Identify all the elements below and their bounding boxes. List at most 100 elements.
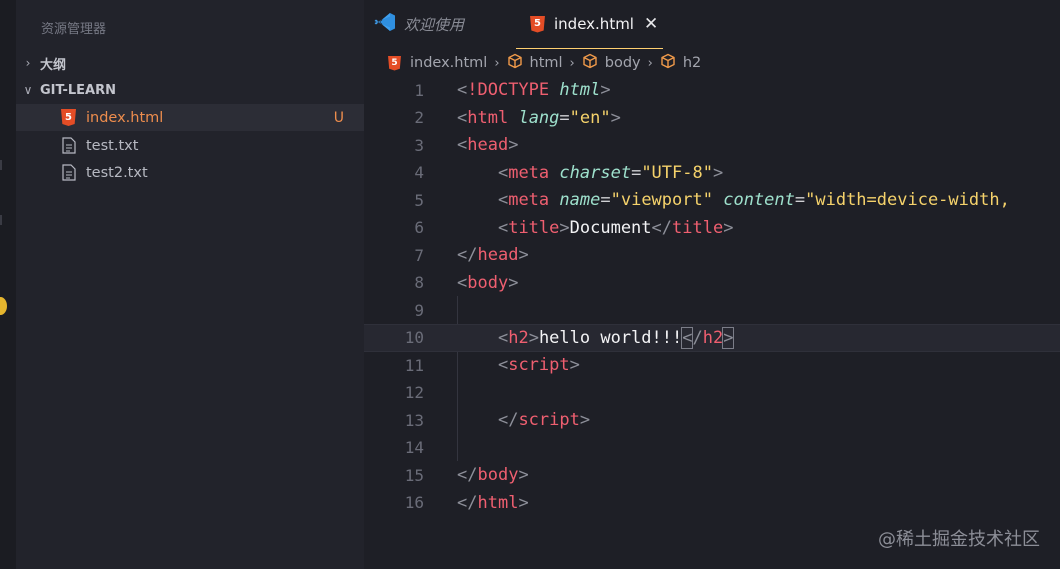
breadcrumb: 5 index.html › html › body › h2	[364, 52, 1060, 74]
tab-index-html[interactable]: 5 index.html ✕	[516, 0, 663, 49]
folder-section[interactable]: ∨ GIT-LEARN	[16, 77, 364, 103]
code-attribute: lang	[518, 107, 560, 128]
file-item-index-html[interactable]: 5 index.html U	[16, 104, 364, 131]
code-attribute: charset	[559, 162, 632, 183]
file-name: index.html	[86, 109, 164, 126]
notification-dot-icon[interactable]	[0, 297, 7, 315]
activity-bar	[0, 0, 16, 569]
cube-icon	[660, 53, 676, 73]
code-attribute: content	[723, 190, 795, 211]
line-number: 3	[414, 135, 424, 155]
code-tag-name: !DOCTYPE	[467, 80, 550, 101]
code-line[interactable]: 15 </body>	[364, 462, 1060, 490]
activity-marker	[0, 160, 2, 170]
code-text: Document	[569, 217, 652, 238]
cube-icon	[507, 53, 523, 73]
code-punctuation: <	[497, 355, 509, 376]
code-keyword: html	[559, 80, 601, 101]
code-line[interactable]: 12	[364, 379, 1060, 407]
line-number: 13	[404, 410, 424, 430]
line-number: 5	[414, 190, 424, 210]
cube-icon	[582, 53, 598, 73]
code-punctuation: >	[723, 217, 734, 238]
breadcrumb-separator: ›	[647, 55, 653, 71]
code-equals: =	[794, 190, 806, 211]
tab-label: index.html	[554, 15, 634, 33]
line-number: 10	[404, 328, 424, 348]
code-line[interactable]: 7 </head>	[364, 242, 1060, 270]
close-icon[interactable]: ✕	[644, 14, 658, 34]
code-string: "viewport"	[610, 190, 713, 211]
code-punctuation: >	[610, 107, 621, 128]
code-tag-name: head	[477, 245, 519, 266]
code-line[interactable]: 9	[364, 297, 1060, 325]
file-name: test2.txt	[86, 164, 148, 181]
code-string: "width=device-width,	[805, 190, 1010, 211]
code-line[interactable]: 3 <head>	[364, 132, 1060, 160]
line-number: 16	[404, 493, 424, 513]
breadcrumb-file[interactable]: index.html	[410, 55, 487, 71]
code-line[interactable]: 6 <title>Document</title>	[364, 214, 1060, 242]
code-punctuation: </	[497, 410, 519, 431]
watermark: @稀土掘金技术社区	[878, 529, 1040, 550]
code-line[interactable]: 5 <meta name="viewport" content="width=d…	[364, 187, 1060, 215]
code-line[interactable]: 10 <h2>hello world!!!</h2>	[364, 324, 1060, 352]
code-string: "en"	[569, 107, 611, 128]
chevron-right-icon: ›	[25, 56, 31, 70]
code-punctuation: >	[518, 492, 529, 513]
code-line[interactable]: 13 </script>	[364, 407, 1060, 435]
file-item-test-txt[interactable]: test.txt	[16, 132, 364, 159]
breadcrumb-item-h2[interactable]: h2	[683, 55, 701, 71]
code-punctuation: <	[497, 327, 509, 348]
code-tag-name: meta	[508, 190, 550, 211]
code-attribute: name	[559, 190, 601, 211]
code-equals: =	[631, 162, 642, 183]
line-number: 7	[414, 245, 424, 265]
code-punctuation: >	[528, 327, 539, 348]
activity-marker	[0, 215, 2, 225]
code-tag-name: body	[477, 465, 519, 486]
code-punctuation: >	[518, 465, 529, 486]
tab-welcome[interactable]: 欢迎使用	[374, 0, 464, 48]
code-punctuation: <	[497, 190, 509, 211]
code-punctuation: <	[497, 162, 509, 183]
code-tag-name: h2	[702, 327, 724, 348]
code-punctuation: <	[497, 217, 509, 238]
line-number: 4	[414, 163, 424, 183]
code-line[interactable]: 1 <!DOCTYPE html>	[364, 77, 1060, 105]
chevron-down-icon: ∨	[23, 83, 33, 97]
code-content: </head>	[457, 245, 529, 265]
code-line[interactable]: 11 <script>	[364, 352, 1060, 380]
file-name: test.txt	[86, 137, 139, 154]
code-editor[interactable]: 1 <!DOCTYPE html> 2 <html lang="en"> 3 <head>…	[364, 76, 1060, 569]
code-line[interactable]: 2 <html lang="en">	[364, 104, 1060, 132]
code-punctuation: </	[457, 245, 478, 266]
breadcrumb-separator: ›	[569, 55, 575, 71]
line-number: 1	[414, 80, 424, 100]
code-punctuation: >	[712, 162, 724, 183]
breadcrumb-item-body[interactable]: body	[605, 55, 641, 71]
code-line[interactable]: 14	[364, 434, 1060, 462]
file-item-test2-txt[interactable]: test2.txt	[16, 159, 364, 186]
code-line[interactable]: 4 <meta charset="UTF-8">	[364, 159, 1060, 187]
line-number: 6	[414, 218, 424, 238]
code-content: </script>	[457, 410, 590, 430]
code-line[interactable]: 8 <body>	[364, 269, 1060, 297]
breadcrumb-item-html[interactable]: html	[530, 55, 563, 71]
code-punctuation: >	[569, 355, 580, 376]
file-icon	[60, 137, 77, 155]
code-tag-name: html	[477, 492, 519, 513]
code-line[interactable]: 16 </html>	[364, 489, 1060, 517]
folder-label: GIT-LEARN	[40, 82, 116, 98]
outline-section[interactable]: › 大纲	[16, 50, 364, 76]
code-content: <html lang="en">	[457, 108, 621, 128]
html5-icon: 5	[388, 55, 401, 71]
code-punctuation: >	[508, 272, 519, 293]
